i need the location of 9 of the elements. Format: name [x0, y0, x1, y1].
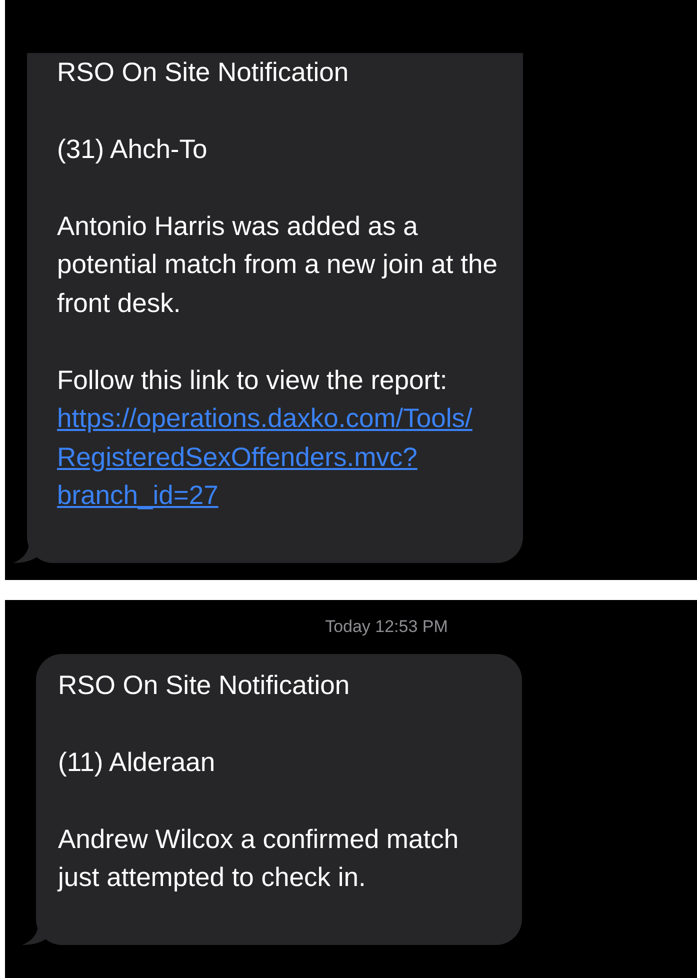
link[interactable]: https://operations.daxko.com/Tools/RegisteredSexOffenders.mvc?branch_id=27 — [57, 399, 499, 514]
message-text: RSO On Site Notification — [58, 668, 351, 702]
message-text: RSO On Site Notification — [57, 56, 350, 88]
message-text: Follow this link to view the report: — [57, 364, 448, 396]
message-text: Antonio Harris was added as a potential match from a new join at the front desk. — [57, 210, 498, 320]
message-text: Andrew Wilcox a confirmed match just attempted to check in. — [58, 822, 460, 894]
message-text: (31) Ahch-To — [57, 132, 208, 166]
message-text: (11) Alderaan — [58, 746, 216, 778]
timestamp: Today 12:53 PM — [325, 616, 448, 638]
